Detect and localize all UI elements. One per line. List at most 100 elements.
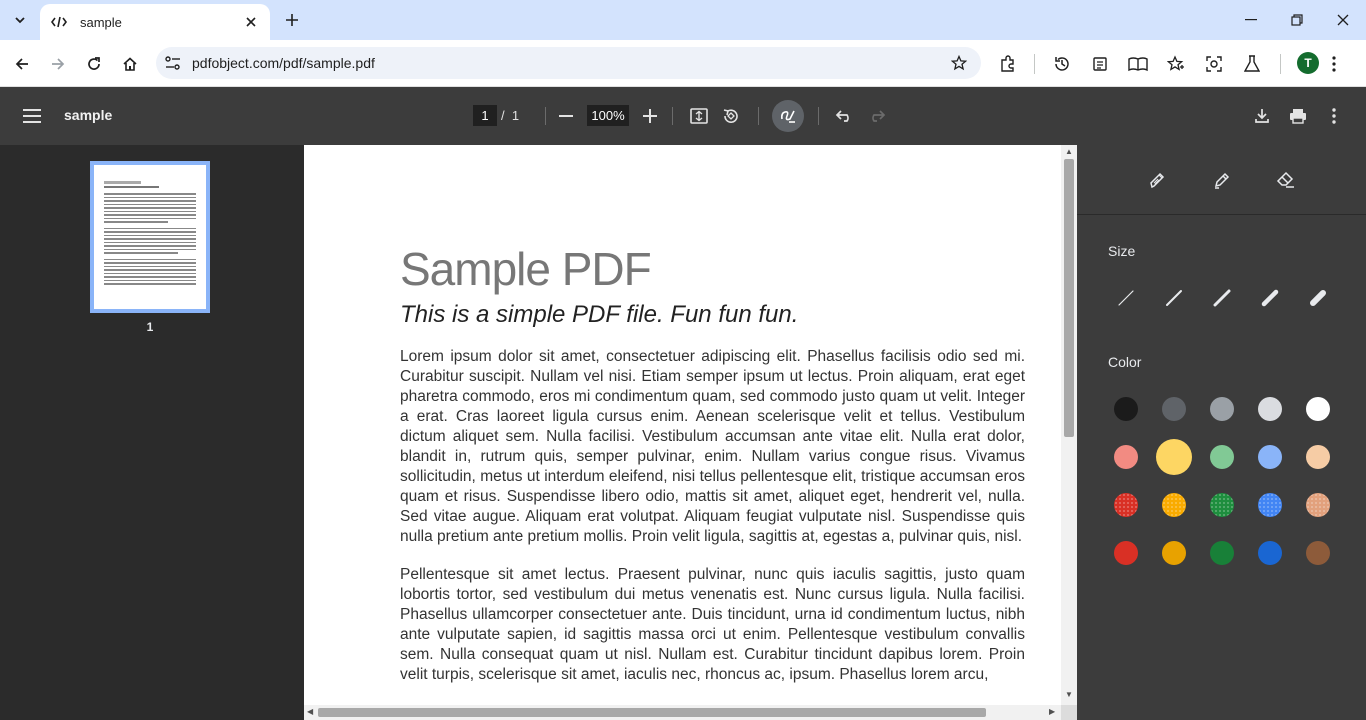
bookmark-star-icon[interactable] — [951, 55, 967, 71]
page-number-input[interactable]: 1 — [473, 105, 497, 126]
url-text[interactable]: pdfobject.com/pdf/sample.pdf — [192, 55, 951, 71]
color-swatch[interactable] — [1114, 397, 1138, 421]
scroll-right-arrow[interactable]: ▶ — [1049, 707, 1055, 716]
pdf-page: Sample PDF This is a simple PDF file. Fu… — [304, 145, 1061, 705]
browser-toolbar: pdfobject.com/pdf/sample.pdf — [0, 40, 1366, 87]
close-tab-icon[interactable] — [242, 13, 260, 31]
horizontal-scroll-thumb[interactable] — [318, 708, 986, 717]
pen-icon[interactable] — [1145, 167, 1171, 193]
color-swatch[interactable] — [1306, 493, 1330, 517]
reader-mode-icon[interactable] — [1124, 50, 1152, 78]
sidebar-menu-icon[interactable] — [18, 102, 46, 130]
scroll-up-arrow[interactable]: ▲ — [1065, 147, 1073, 156]
reload-button[interactable] — [80, 50, 108, 78]
restore-button[interactable] — [1274, 6, 1320, 34]
color-swatch[interactable] — [1210, 493, 1234, 517]
favorites-icon[interactable] — [1162, 50, 1190, 78]
color-swatch[interactable] — [1306, 541, 1330, 565]
color-swatch[interactable] — [1258, 541, 1282, 565]
fit-page-icon[interactable] — [685, 102, 713, 130]
size-option-4[interactable] — [1258, 286, 1282, 310]
total-pages: 1 — [511, 108, 520, 123]
size-option-5[interactable] — [1306, 286, 1330, 310]
scrollbar-corner — [1061, 705, 1077, 720]
vertical-scrollbar[interactable]: ▲ ▼ — [1061, 145, 1077, 705]
color-swatch[interactable] — [1210, 445, 1234, 469]
color-swatch[interactable] — [1114, 493, 1138, 517]
color-swatch[interactable] — [1258, 397, 1282, 421]
color-swatch[interactable] — [1114, 445, 1138, 469]
color-swatch[interactable] — [1162, 493, 1186, 517]
pdf-paragraph: Lorem ipsum dolor sit amet, consectetuer… — [400, 348, 1025, 545]
redo-icon[interactable] — [863, 102, 891, 130]
pdf-heading: Sample PDF — [400, 243, 652, 295]
zoom-in-button[interactable] — [636, 102, 664, 130]
scroll-down-arrow[interactable]: ▼ — [1065, 690, 1073, 699]
more-options-icon[interactable] — [1320, 102, 1348, 130]
vertical-scroll-thumb[interactable] — [1064, 159, 1074, 437]
size-option-1[interactable] — [1114, 286, 1138, 310]
pdf-paragraph: Pellentesque sit amet lectus. Praesent p… — [400, 566, 1025, 683]
highlighter-icon[interactable] — [1209, 167, 1235, 193]
annotate-button[interactable] — [772, 100, 804, 132]
horizontal-scrollbar[interactable]: ◀ ▶ — [304, 705, 1061, 720]
tab-search-button[interactable] — [8, 8, 32, 32]
rotate-icon[interactable] — [717, 102, 745, 130]
size-option-2[interactable] — [1162, 286, 1186, 310]
forward-button[interactable] — [44, 50, 72, 78]
annotation-tools — [1077, 145, 1366, 215]
color-swatch[interactable] — [1306, 397, 1330, 421]
home-button[interactable] — [116, 50, 144, 78]
color-label: Color — [1108, 354, 1142, 370]
scroll-left-arrow[interactable]: ◀ — [307, 707, 313, 716]
annotation-panel: Size Color — [1077, 145, 1366, 720]
eraser-icon[interactable] — [1273, 167, 1299, 193]
minimize-button[interactable] — [1228, 6, 1274, 34]
pdf-subtitle: This is a simple PDF file. Fun fun fun. — [400, 301, 799, 328]
toolbar-divider — [758, 107, 759, 125]
color-swatch[interactable] — [1210, 397, 1234, 421]
color-swatch[interactable] — [1210, 541, 1234, 565]
zoom-level-input[interactable]: 100% — [587, 105, 629, 126]
zoom-out-button[interactable] — [552, 102, 580, 130]
print-icon[interactable] — [1284, 102, 1312, 130]
download-icon[interactable] — [1248, 102, 1276, 130]
size-label: Size — [1108, 243, 1136, 259]
color-swatch[interactable] — [1156, 439, 1192, 475]
color-swatch[interactable] — [1258, 493, 1282, 517]
document-title: sample — [64, 107, 113, 123]
browser-menu-icon[interactable] — [1320, 50, 1348, 78]
color-swatch[interactable] — [1114, 541, 1138, 565]
toolbar-divider — [545, 107, 546, 125]
extensions-icon[interactable] — [994, 50, 1022, 78]
tab-title: sample — [80, 14, 122, 30]
new-tab-button[interactable] — [282, 10, 302, 30]
screenshot-icon[interactable] — [1200, 50, 1228, 78]
profile-avatar[interactable]: T — [1297, 52, 1319, 74]
color-swatch[interactable] — [1258, 445, 1282, 469]
close-window-button[interactable] — [1320, 6, 1366, 34]
page-count: / 1 — [501, 108, 519, 123]
page-separator: / — [501, 108, 505, 123]
reading-list-icon[interactable] — [1086, 50, 1114, 78]
toolbar-divider — [818, 107, 819, 125]
color-swatch[interactable] — [1162, 541, 1186, 565]
page-thumbnail[interactable] — [90, 161, 210, 313]
code-icon — [50, 13, 68, 31]
address-bar[interactable]: pdfobject.com/pdf/sample.pdf — [156, 47, 981, 79]
thumbnail-sidebar: 1 — [0, 145, 300, 720]
undo-icon[interactable] — [830, 102, 858, 130]
labs-flask-icon[interactable] — [1238, 50, 1266, 78]
color-swatch[interactable] — [1306, 445, 1330, 469]
page-content: Sample PDF This is a simple PDF file. Fu… — [400, 245, 1025, 685]
toolbar-divider — [672, 107, 673, 125]
browser-tab[interactable]: sample — [40, 4, 270, 40]
color-swatch[interactable] — [1162, 397, 1186, 421]
history-icon[interactable] — [1048, 50, 1076, 78]
toolbar-divider — [1280, 54, 1281, 74]
site-info-icon[interactable] — [164, 55, 182, 71]
tab-strip: sample — [0, 0, 1366, 40]
back-button[interactable] — [8, 50, 36, 78]
size-option-3[interactable] — [1210, 286, 1234, 310]
pdf-toolbar: sample 1 / 1 100% — [0, 87, 1366, 145]
